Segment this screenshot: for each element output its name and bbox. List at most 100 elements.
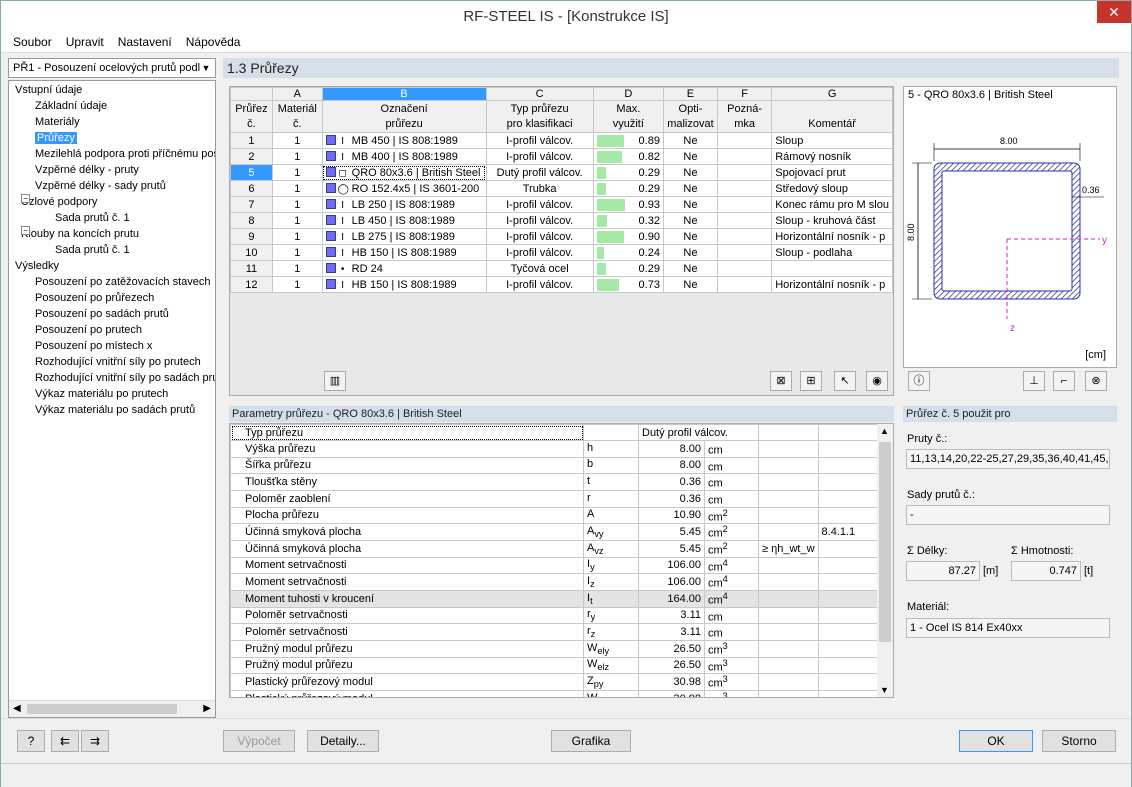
scroll-right-icon[interactable]: ▶ [203, 703, 211, 714]
collapse-icon[interactable]: − [21, 194, 30, 203]
section-no[interactable]: 1 [230, 132, 273, 149]
mass-field[interactable]: 0.747 [1011, 561, 1081, 581]
param-row[interactable]: Moment setrvačnosti Iy 106.00 cm4 [230, 556, 891, 575]
nav-item[interactable]: − Klouby na koncích prutu [21, 226, 139, 242]
comment-cell[interactable]: Konec rámu pro M slou [771, 196, 893, 213]
comment-cell[interactable]: Sloup - podlaha [771, 244, 893, 261]
section-no[interactable]: 2 [230, 148, 273, 165]
section-no[interactable]: 6 [230, 180, 273, 197]
note-cell[interactable] [716, 212, 773, 229]
scroll-thumb[interactable] [27, 704, 177, 714]
section-no[interactable]: 12 [230, 276, 273, 293]
nav-item[interactable]: Průřezy [35, 130, 77, 146]
calc-button[interactable]: Výpočet [223, 730, 295, 752]
table-row[interactable]: 8 1 I LB 450 | IS 808:1989 I-profil válcov. 0… [230, 212, 893, 229]
material-no[interactable]: 1 [271, 164, 323, 181]
params-scrollbar[interactable]: ▲ ▼ [877, 424, 893, 697]
zoom-icon[interactable]: ⊗ [1085, 371, 1107, 391]
optimize-cell[interactable]: Ne [662, 180, 718, 197]
comment-cell[interactable]: Sloup [771, 132, 893, 149]
section-name-cell[interactable]: • RD 24 [321, 260, 487, 277]
comment-cell[interactable]: Středový sloup [771, 180, 893, 197]
comment-cell[interactable]: Horizontální nosník - p [771, 228, 893, 245]
section-no[interactable]: 11 [230, 260, 273, 277]
param-row[interactable]: Poloměr setrvačnosti rz 3.11 cm [230, 623, 891, 641]
section-type[interactable]: I-profil válcov. [485, 228, 594, 245]
scroll-down-icon[interactable]: ▼ [880, 685, 889, 695]
table-row[interactable]: 1 1 I MB 450 | IS 808:1989 I-profil válcov. 0… [230, 132, 893, 149]
material-no[interactable]: 1 [271, 132, 323, 149]
note-cell[interactable] [716, 260, 773, 277]
material-no[interactable]: 1 [271, 228, 323, 245]
param-row[interactable]: Tloušťka stěny t 0.36 cm [230, 473, 891, 491]
length-field[interactable]: 87.27 [906, 561, 980, 581]
param-row[interactable]: Plastický průřezový modul Zpy 30.98 cm3 [230, 673, 891, 691]
optimize-cell[interactable]: Ne [662, 244, 718, 261]
material-no[interactable]: 1 [271, 276, 323, 293]
nav-item[interactable]: Posouzení po sadách prutů [35, 306, 169, 322]
section-name-cell[interactable]: I HB 150 | IS 808:1989 [321, 244, 487, 261]
note-cell[interactable] [716, 228, 773, 245]
nav-item[interactable]: Posouzení po místech x [35, 338, 152, 354]
section-type[interactable]: Trubka [485, 180, 594, 197]
nav-item[interactable]: Vzpěrné délky - sady prutů [35, 178, 166, 194]
optimize-cell[interactable]: Ne [662, 276, 718, 293]
section-type[interactable]: I-profil válcov. [485, 212, 594, 229]
nav-item[interactable]: − Uzlové podpory [21, 194, 97, 210]
section-name-cell[interactable]: I HB 150 | IS 808:1989 [321, 276, 487, 293]
eye-icon[interactable]: ◉ [866, 371, 888, 391]
material-no[interactable]: 1 [271, 196, 323, 213]
optimize-cell[interactable]: Ne [662, 228, 718, 245]
nav-item[interactable]: Posouzení po zatěžovacích stavech [35, 274, 211, 290]
optimize-cell[interactable]: Ne [662, 260, 718, 277]
library-button[interactable]: ▥ [324, 371, 346, 391]
note-cell[interactable] [716, 148, 773, 165]
param-row[interactable]: Typ průřezu Dutý profil válcov. [230, 424, 891, 441]
section-type[interactable]: I-profil válcov. [485, 148, 594, 165]
note-cell[interactable] [716, 132, 773, 149]
pick-cursor-icon[interactable]: ↖ [834, 371, 856, 391]
section-type[interactable]: Tyčová ocel [485, 260, 594, 277]
details-button[interactable]: Detaily... [307, 730, 379, 752]
section-name-cell[interactable]: I MB 450 | IS 808:1989 [321, 132, 487, 149]
material-no[interactable]: 1 [271, 260, 323, 277]
scroll-left-icon[interactable]: ◀ [13, 703, 21, 714]
section-name-cell[interactable]: I LB 450 | IS 808:1989 [321, 212, 487, 229]
cancel-button[interactable]: Storno [1042, 730, 1116, 752]
menu-soubor[interactable]: Soubor [1, 31, 59, 49]
import-icon[interactable]: ⇉ [81, 730, 109, 752]
section-no[interactable]: 7 [230, 196, 273, 213]
param-row[interactable]: Účinná smyková plocha Avz 5.45 cm2 ≥ ηh_wt_w [230, 539, 891, 558]
nav-item[interactable]: Posouzení po průřezech [35, 290, 154, 306]
section-name-cell[interactable]: I LB 275 | IS 808:1989 [321, 228, 487, 245]
table-row[interactable]: 9 1 I LB 275 | IS 808:1989 I-profil válcov. 0… [230, 228, 893, 245]
material-no[interactable]: 1 [271, 212, 323, 229]
note-cell[interactable] [716, 164, 773, 181]
scroll-up-icon[interactable]: ▲ [880, 426, 889, 436]
optimize-cell[interactable]: Ne [662, 164, 718, 181]
optimize-cell[interactable]: Ne [662, 212, 718, 229]
section-type[interactable]: I-profil válcov. [485, 276, 594, 293]
menu-nastaveni[interactable]: Nastavení [111, 31, 179, 49]
nav-item[interactable]: Sada prutů č. 1 [55, 210, 130, 226]
note-cell[interactable] [716, 196, 773, 213]
section-name-cell[interactable]: I LB 250 | IS 808:1989 [321, 196, 487, 213]
section-type[interactable]: I-profil válcov. [485, 244, 594, 261]
sets-field[interactable]: - [906, 505, 1110, 525]
table-row[interactable]: 5 1 ◻ QRO 80x3.6 | British Steel Dutý profil… [230, 164, 893, 181]
section-no[interactable]: 10 [230, 244, 273, 261]
section-name-cell[interactable]: I MB 400 | IS 808:1989 [321, 148, 487, 165]
material-no[interactable]: 1 [271, 148, 323, 165]
dimension-icon[interactable]: ⊥ [1023, 371, 1045, 391]
section-type[interactable]: I-profil válcov. [485, 132, 594, 149]
param-row[interactable]: Moment tuhosti v kroucení It 164.00 cm4 [230, 589, 891, 608]
optimize-cell[interactable]: Ne [662, 132, 718, 149]
param-row[interactable]: Účinná smyková plocha Avy 5.45 cm2 8.4.1.1 [230, 523, 891, 541]
section-name-cell[interactable]: ◻ QRO 80x3.6 | British Steel [321, 164, 487, 181]
section-no[interactable]: 9 [230, 228, 273, 245]
nav-item[interactable]: Mezilehlá podpora proti příčnému posu [35, 146, 215, 162]
nav-item[interactable]: Výkaz materiálu po sadách prutů [35, 402, 195, 418]
param-row[interactable]: Výška průřezu h 8.00 cm [230, 440, 891, 458]
nav-item[interactable]: Sada prutů č. 1 [55, 242, 130, 258]
nav-item[interactable]: Vzpěrné délky - pruty [35, 162, 139, 178]
